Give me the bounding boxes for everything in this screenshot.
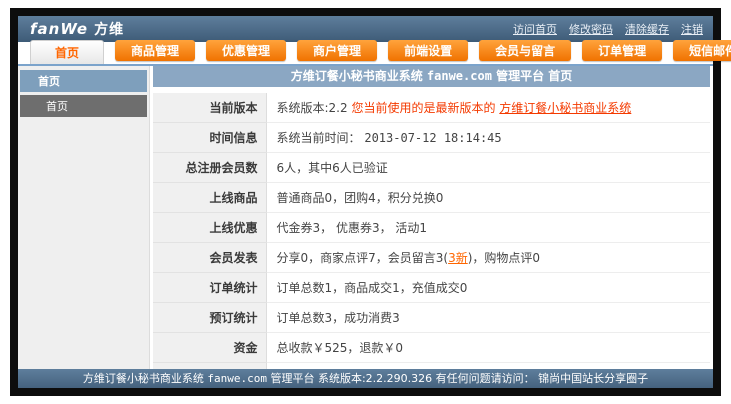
row-label: 上线优惠 — [153, 212, 267, 243]
new-messages-link[interactable]: 3新 — [448, 251, 468, 265]
dashboard-stats-table: 当前版本 系统版本:2.2 您当前使用的是最新版本的 方维订餐小秘书商业系统 时… — [153, 93, 710, 369]
logo-en: fanWe — [30, 20, 89, 38]
row-label: 资金 — [153, 332, 267, 363]
row-value: 分享0，商家点评7，会员留言3(3新)，购物点评0 — [266, 242, 710, 273]
tab-promo-management[interactable]: 优惠管理 — [206, 40, 287, 61]
tab-home[interactable]: 首页 — [30, 40, 105, 64]
table-row: 上线优惠 代金券3， 优惠券3， 活动1 — [153, 212, 710, 243]
sidebar-section-home[interactable]: 首页 — [20, 70, 147, 92]
change-password-link[interactable]: 修改密码 — [569, 21, 613, 37]
footer-version-text: 管理平台 系统版本:2.2.290.326 有任何问题请访问： — [270, 372, 535, 385]
page-frame: fanWe 方维 访问首页 修改密码 清除缓存 注销 首页 商品管理 优惠管理 … — [10, 8, 731, 396]
main-nav: 首页 商品管理 优惠管理 商户管理 前端设置 会员与留言 订单管理 短信邮件 系… — [18, 40, 731, 66]
table-row: 总注册会员数 6人，其中6人已验证 — [153, 152, 710, 183]
logout-link[interactable]: 注销 — [681, 21, 703, 37]
posts-text: 分享0，商家点评7，会员留言3( — [276, 251, 449, 265]
row-label: 预订统计 — [153, 302, 267, 333]
content-panel: 方维订餐小秘书商业系统 fanwe.com 管理平台 首页 当前版本 系统版本:… — [150, 66, 713, 369]
version-text: 系统版本:2.2 — [276, 101, 352, 115]
content-title-domain: fanwe.com — [426, 69, 492, 83]
footer-community-link[interactable]: 锦尚中国站长分享圈子 — [538, 372, 648, 385]
tab-merchant-management[interactable]: 商户管理 — [297, 40, 378, 61]
top-header-bar: fanWe 方维 访问首页 修改密码 清除缓存 注销 — [18, 16, 713, 42]
footer-domain: fanwe.com — [207, 372, 267, 385]
clear-cache-link[interactable]: 清除缓存 — [625, 21, 669, 37]
row-value: 代金券3， 优惠券3， 活动1 — [266, 212, 710, 243]
footer-product-name: 方维订餐小秘书商业系统 — [82, 372, 204, 385]
tab-goods-management[interactable]: 商品管理 — [115, 40, 196, 61]
table-row: 资金 总收款￥525，退款￥0 — [153, 332, 710, 363]
time-text: 系统当前时间： — [276, 131, 361, 145]
fanwe-logo: fanWe 方维 — [30, 19, 124, 39]
tab-frontend-settings[interactable]: 前端设置 — [388, 40, 469, 61]
row-label: 订单统计 — [153, 272, 267, 303]
table-row: 时间信息 系统当前时间： 2013-07-12 18:14:45 — [153, 122, 710, 153]
row-label: 总注册会员数 — [153, 152, 267, 183]
version-product-link[interactable]: 方维订餐小秘书商业系统 — [499, 101, 631, 115]
table-row: 预订统计 订单总数3，成功消费3 — [153, 302, 710, 333]
row-label: 上线商品 — [153, 182, 267, 213]
row-label: 当前版本 — [153, 93, 267, 123]
row-label: 时间信息 — [153, 122, 267, 153]
version-warning: 您当前使用的是最新版本的 — [351, 101, 496, 115]
current-time: 2013-07-12 18:14:45 — [364, 131, 502, 145]
content-title-prefix: 方维订餐小秘书商业系统 — [290, 69, 423, 83]
footer-bar: 方维订餐小秘书商业系统 fanwe.com 管理平台 系统版本:2.2.290.… — [18, 369, 713, 388]
tab-members-messages[interactable]: 会员与留言 — [479, 40, 572, 61]
table-row: 上线商品 普通商品0，团购4，积分兑换0 — [153, 182, 710, 213]
sidebar: 首页 首页 — [18, 66, 150, 369]
main-area: 首页 首页 方维订餐小秘书商业系统 fanwe.com 管理平台 首页 当前版本… — [18, 66, 713, 369]
row-value: 订单总数1，商品成交1，充值成交0 — [266, 272, 710, 303]
tab-sms-email[interactable]: 短信邮件 — [673, 40, 731, 61]
logo-cn: 方维 — [94, 22, 125, 38]
row-value: 系统当前时间： 2013-07-12 18:14:45 — [266, 122, 710, 153]
top-links: 访问首页 修改密码 清除缓存 注销 — [513, 21, 703, 37]
posts-text-end: )，购物点评0 — [467, 251, 541, 265]
table-row: 当前版本 系统版本:2.2 您当前使用的是最新版本的 方维订餐小秘书商业系统 — [153, 93, 710, 123]
row-value: 系统版本:2.2 您当前使用的是最新版本的 方维订餐小秘书商业系统 — [266, 93, 710, 123]
content-title-suffix: 管理平台 首页 — [496, 69, 573, 83]
content-title: 方维订餐小秘书商业系统 fanwe.com 管理平台 首页 — [153, 66, 710, 87]
sidebar-item-home[interactable]: 首页 — [20, 95, 147, 117]
row-value: 订单总数3，成功消费3 — [266, 302, 710, 333]
table-row: 会员发表 分享0，商家点评7，会员留言3(3新)，购物点评0 — [153, 242, 710, 273]
row-value: 6人，其中6人已验证 — [266, 152, 710, 183]
row-label: 会员发表 — [153, 242, 267, 273]
row-value: 普通商品0，团购4，积分兑换0 — [266, 182, 710, 213]
tab-order-management[interactable]: 订单管理 — [582, 40, 663, 61]
table-row: 订单统计 订单总数1，商品成交1，充值成交0 — [153, 272, 710, 303]
row-value: 总收款￥525，退款￥0 — [266, 332, 710, 363]
visit-home-link[interactable]: 访问首页 — [513, 21, 557, 37]
